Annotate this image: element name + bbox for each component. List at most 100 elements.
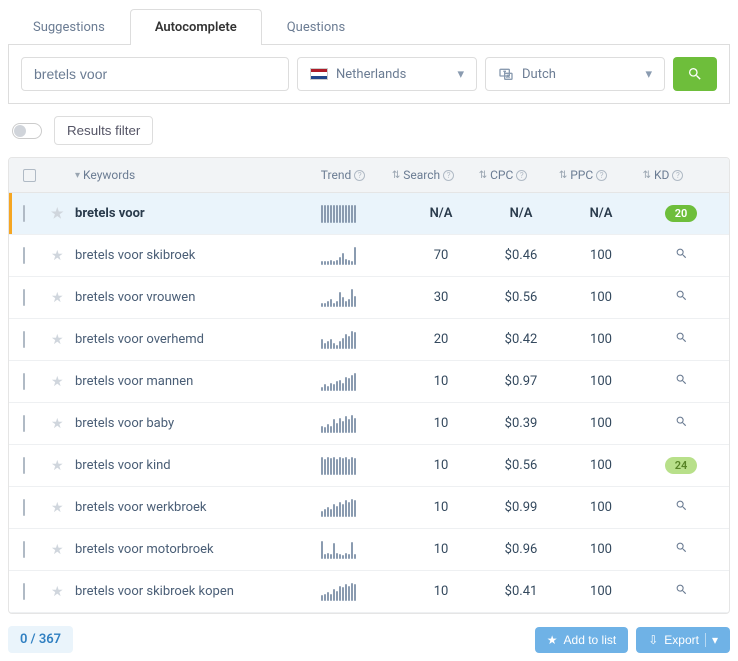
star-icon[interactable]: ★	[51, 500, 64, 516]
row-checkbox[interactable]	[23, 541, 25, 558]
cpc-cell: $0.42	[481, 332, 561, 347]
results-table: ▾Keywords Trend? ⇅Search? ⇅CPC? ⇅PPC? ⇅K…	[8, 157, 730, 614]
kd-lookup-button[interactable]	[675, 417, 688, 432]
col-search[interactable]: ⇅Search?	[383, 168, 463, 182]
kd-cell: 20	[641, 205, 721, 222]
cpc-cell: $0.41	[481, 584, 561, 599]
ppc-cell: 100	[561, 458, 641, 473]
kd-cell	[641, 541, 721, 558]
row-checkbox[interactable]	[23, 289, 25, 306]
trend-sparkline	[321, 499, 401, 517]
kd-cell	[641, 331, 721, 348]
language-icon	[498, 66, 514, 82]
filter-row: Results filter	[8, 104, 730, 157]
row-checkbox[interactable]	[23, 415, 25, 432]
tab-autocomplete[interactable]: Autocomplete	[130, 9, 262, 45]
ppc-cell: N/A	[561, 206, 641, 221]
star-icon[interactable]: ★	[51, 290, 64, 306]
row-checkbox[interactable]	[23, 205, 25, 222]
keyword-cell: bretels voor vrouwen	[75, 290, 321, 305]
ppc-cell: 100	[561, 500, 641, 515]
star-icon[interactable]: ★	[51, 332, 64, 348]
star-icon[interactable]: ★	[51, 206, 64, 222]
help-icon: ?	[443, 170, 454, 181]
help-icon: ?	[516, 170, 527, 181]
table-row: ★bretels voorN/AN/AN/A20	[9, 193, 729, 235]
sort-icon: ⇅	[392, 170, 400, 181]
ppc-cell: 100	[561, 248, 641, 263]
col-trend[interactable]: Trend?	[303, 168, 383, 182]
country-label: Netherlands	[336, 67, 406, 82]
search-cell: 70	[401, 248, 481, 263]
star-icon[interactable]: ★	[51, 584, 64, 600]
keyword-cell: bretels voor overhemd	[75, 332, 321, 347]
table-row: ★bretels voor mannen10$0.97100	[9, 361, 729, 403]
search-cell: 30	[401, 290, 481, 305]
kd-cell	[641, 247, 721, 264]
kd-lookup-button[interactable]	[675, 585, 688, 600]
kd-badge: 20	[665, 205, 698, 222]
row-checkbox[interactable]	[23, 499, 25, 516]
search-icon	[687, 66, 703, 82]
kd-badge: 24	[665, 457, 698, 474]
table-header: ▾Keywords Trend? ⇅Search? ⇅CPC? ⇅PPC? ⇅K…	[9, 158, 729, 193]
table-row: ★bretels voor baby10$0.39100	[9, 403, 729, 445]
select-all-checkbox[interactable]	[23, 169, 36, 182]
kd-lookup-button[interactable]	[675, 249, 688, 264]
table-row: ★bretels voor skibroek70$0.46100	[9, 235, 729, 277]
col-ppc[interactable]: ⇅PPC?	[543, 168, 623, 182]
row-checkbox[interactable]	[23, 457, 25, 474]
kd-lookup-button[interactable]	[675, 291, 688, 306]
kd-lookup-button[interactable]	[675, 501, 688, 516]
kd-cell	[641, 289, 721, 306]
kd-cell	[641, 373, 721, 390]
table-row: ★bretels voor vrouwen30$0.56100	[9, 277, 729, 319]
selection-count: 0 / 367	[8, 626, 73, 653]
kd-lookup-button[interactable]	[675, 543, 688, 558]
star-icon[interactable]: ★	[51, 416, 64, 432]
keyword-cell: bretels voor baby	[75, 416, 321, 431]
table-body: ★bretels voorN/AN/AN/A20★bretels voor sk…	[9, 193, 729, 613]
col-keywords[interactable]: ▾Keywords	[75, 168, 303, 182]
cpc-cell: $0.96	[481, 542, 561, 557]
tab-suggestions[interactable]: Suggestions	[8, 9, 130, 45]
row-checkbox[interactable]	[23, 583, 25, 600]
results-filter-button[interactable]: Results filter	[54, 116, 153, 145]
add-to-list-button[interactable]: ★ Add to list	[535, 627, 628, 653]
search-cell: 10	[401, 374, 481, 389]
table-row: ★bretels voor overhemd20$0.42100	[9, 319, 729, 361]
trend-sparkline	[321, 541, 401, 559]
search-cell: 10	[401, 416, 481, 431]
keyword-cell: bretels voor mannen	[75, 374, 321, 389]
ppc-cell: 100	[561, 416, 641, 431]
col-cpc[interactable]: ⇅CPC?	[463, 168, 543, 182]
search-cell: N/A	[401, 206, 481, 221]
country-select[interactable]: Netherlands ▾	[297, 57, 477, 91]
kd-lookup-button[interactable]	[675, 333, 688, 348]
language-select[interactable]: Dutch ▾	[485, 57, 665, 91]
kd-cell: 24	[641, 457, 721, 474]
col-kd[interactable]: ⇅KD?	[623, 168, 703, 182]
chevron-down-icon: ▾	[712, 633, 718, 647]
row-checkbox[interactable]	[23, 373, 25, 390]
export-button[interactable]: ⇩ Export ▾	[636, 627, 730, 653]
search-cell: 20	[401, 332, 481, 347]
star-icon[interactable]: ★	[51, 248, 64, 264]
search-button[interactable]	[673, 57, 717, 91]
tab-questions[interactable]: Questions	[262, 9, 370, 45]
star-icon[interactable]: ★	[51, 542, 64, 558]
trend-sparkline	[321, 457, 401, 475]
keyword-input[interactable]	[21, 57, 289, 91]
sort-icon: ⇅	[643, 170, 651, 181]
row-checkbox[interactable]	[23, 247, 25, 264]
cpc-cell: $0.97	[481, 374, 561, 389]
cpc-cell: N/A	[481, 206, 561, 221]
keyword-cell: bretels voor kind	[75, 458, 321, 473]
kd-lookup-button[interactable]	[675, 375, 688, 390]
row-checkbox[interactable]	[23, 331, 25, 348]
filter-toggle[interactable]	[12, 123, 42, 139]
help-icon: ?	[672, 170, 683, 181]
keyword-cell: bretels voor skibroek	[75, 248, 321, 263]
star-icon[interactable]: ★	[51, 458, 64, 474]
star-icon[interactable]: ★	[51, 374, 64, 390]
